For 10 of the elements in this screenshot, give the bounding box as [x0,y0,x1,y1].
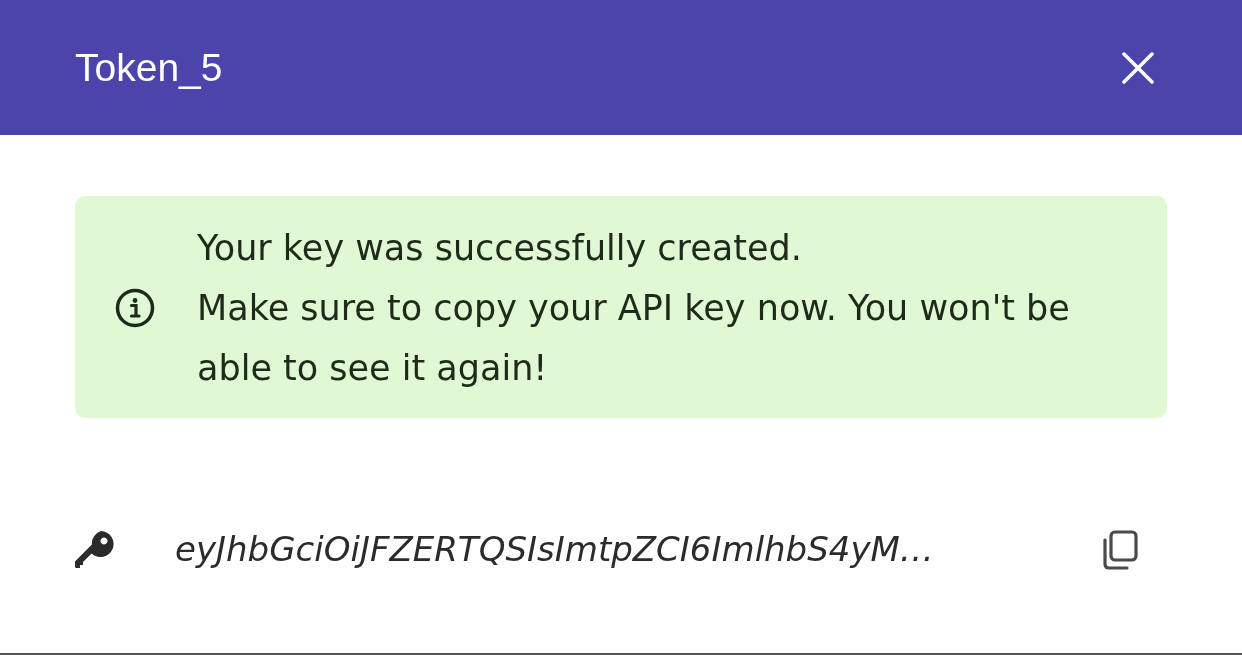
close-button[interactable] [1122,51,1154,84]
copy-icon [1101,529,1139,570]
close-icon [1122,51,1154,84]
api-key-text: eyJhbGciOiJFZERTQSIsImtpZCI6ImlhbS4yM… [175,528,934,571]
dialog-title: Token_5 [75,48,223,87]
key-icon [75,529,115,570]
alert-message: Your key was successfully created. [197,227,803,270]
alert-message: Make sure to copy your API key now. You won't be able to see it again! [197,287,1071,390]
info-icon [115,288,155,328]
copy-button[interactable] [1101,529,1139,570]
